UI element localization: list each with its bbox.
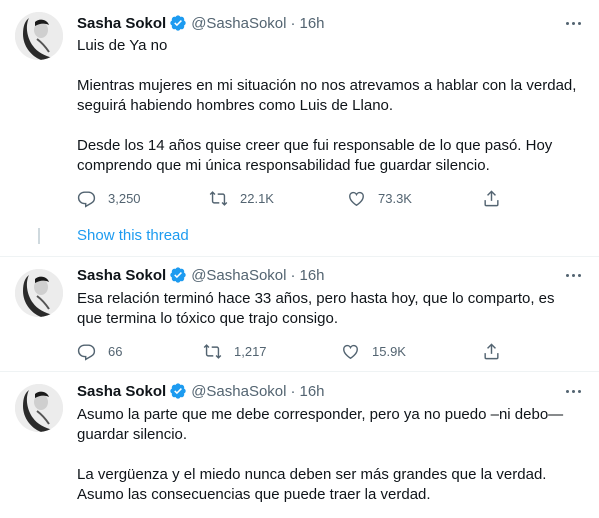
- author-name[interactable]: Sasha Sokol: [77, 267, 166, 284]
- reply-button[interactable]: 3,250: [77, 188, 141, 208]
- text-line: Asumo la parte que me debe corresponder,…: [77, 406, 564, 423]
- tweet-actions: 66 1,217 15.9K: [77, 341, 517, 361]
- author-handle[interactable]: @SashaSokol: [191, 383, 286, 400]
- separator-dot: ·: [290, 266, 296, 284]
- reply-count: 66: [108, 343, 123, 359]
- verified-badge-icon: [169, 266, 187, 284]
- retweet-icon: [203, 343, 222, 359]
- text-line: seguirá habiendo hombres como Luis de Ll…: [77, 97, 394, 114]
- like-button[interactable]: 73.3K: [347, 188, 412, 208]
- reply-button[interactable]: 66: [77, 341, 122, 361]
- tweet-text: Luis de Ya no Mientras mujeres en mi sit…: [77, 36, 587, 176]
- text-line: Luis de Ya no: [77, 37, 168, 54]
- reply-icon: [77, 190, 96, 208]
- author-name[interactable]: Sasha Sokol: [77, 383, 166, 400]
- timestamp[interactable]: 16h: [299, 15, 324, 32]
- author-handle[interactable]: @SashaSokol: [191, 15, 286, 32]
- avatar[interactable]: [15, 269, 63, 317]
- avatar-photo: [15, 384, 63, 432]
- text-line: Esa relación terminó hace 33 años, pero …: [77, 290, 555, 307]
- text-line: que termina lo tóxico que trajo consigo.: [77, 310, 338, 327]
- tweet-header: Sasha Sokol @SashaSokol · 16h: [77, 381, 325, 401]
- more-icon[interactable]: [563, 13, 583, 33]
- avatar-photo: [15, 12, 63, 60]
- like-icon: [349, 191, 364, 206]
- retweet-count: 1,217: [234, 343, 267, 359]
- more-icon[interactable]: [563, 265, 583, 285]
- share-button[interactable]: [482, 341, 501, 361]
- text-line: Desde los 14 años quise creer que fui re…: [77, 137, 553, 154]
- like-icon: [343, 344, 358, 359]
- retweet-count: 22.1K: [240, 190, 274, 206]
- text-line: comprendo que mi única responsabilidad f…: [77, 157, 490, 174]
- thread-connector: [38, 228, 40, 244]
- avatar[interactable]: [15, 12, 63, 60]
- text-line: guardar silencio.: [77, 426, 188, 443]
- text-line: La vergüenza y el miedo nunca deben ser …: [77, 466, 547, 483]
- text-line: Mientras mujeres en mi situación no nos …: [77, 77, 577, 94]
- separator-dot: ·: [290, 382, 296, 400]
- tweet-text: Asumo la parte que me debe corresponder,…: [77, 405, 587, 505]
- tweet-text: Esa relación terminó hace 33 años, pero …: [77, 289, 587, 329]
- avatar[interactable]: [15, 384, 63, 432]
- verified-badge-icon: [169, 14, 187, 32]
- share-icon: [484, 342, 499, 359]
- retweet-icon: [209, 190, 228, 206]
- timestamp[interactable]: 16h: [299, 267, 324, 284]
- like-count: 15.9K: [372, 343, 406, 359]
- avatar-photo: [15, 269, 63, 317]
- more-icon[interactable]: [563, 381, 583, 401]
- reply-icon: [77, 343, 96, 361]
- show-thread-link[interactable]: Show this thread: [77, 227, 189, 244]
- retweet-button[interactable]: 1,217: [203, 341, 267, 361]
- tweet-header: Sasha Sokol @SashaSokol · 16h: [77, 265, 325, 285]
- tweet-actions: 3,250 22.1K 73.3K: [77, 188, 517, 208]
- tweet-divider: [0, 256, 599, 257]
- retweet-button[interactable]: 22.1K: [209, 188, 274, 208]
- like-button[interactable]: 15.9K: [341, 341, 406, 361]
- timestamp[interactable]: 16h: [299, 383, 324, 400]
- share-button[interactable]: [482, 188, 501, 208]
- reply-count: 3,250: [108, 190, 141, 206]
- author-name[interactable]: Sasha Sokol: [77, 15, 166, 32]
- text-line: Asumo las consecuencias que puede traer …: [77, 486, 431, 503]
- tweet-header: Sasha Sokol @SashaSokol · 16h: [77, 13, 325, 33]
- author-handle[interactable]: @SashaSokol: [191, 267, 286, 284]
- like-count: 73.3K: [378, 190, 412, 206]
- verified-badge-icon: [169, 382, 187, 400]
- share-icon: [484, 189, 499, 206]
- tweet-divider: [0, 371, 599, 372]
- separator-dot: ·: [290, 14, 296, 32]
